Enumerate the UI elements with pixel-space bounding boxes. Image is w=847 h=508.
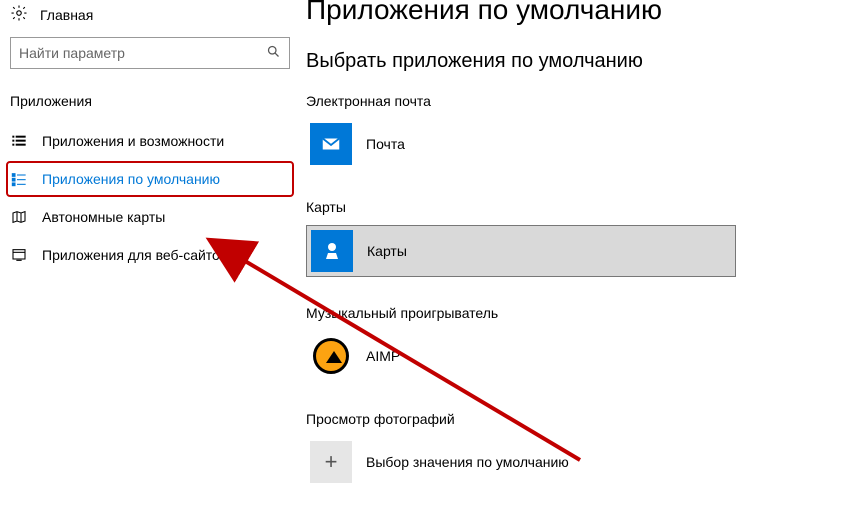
map-icon bbox=[10, 209, 28, 225]
default-app-photos[interactable]: + Выбор значения по умолчанию bbox=[306, 437, 827, 487]
category-maps-title: Карты bbox=[306, 199, 827, 215]
sidebar: Главная Приложения Приложения и возможно… bbox=[0, 0, 300, 508]
search-icon bbox=[266, 44, 281, 62]
plus-icon: + bbox=[310, 441, 352, 483]
page-title: Приложения по умолчанию bbox=[306, 0, 827, 26]
search-input[interactable] bbox=[19, 45, 266, 61]
category-email-title: Электронная почта bbox=[306, 93, 827, 109]
defaults-icon bbox=[10, 171, 28, 187]
category-photos-title: Просмотр фотографий bbox=[306, 411, 827, 427]
aimp-icon bbox=[313, 338, 349, 374]
nav-label: Приложения для веб-сайтов bbox=[42, 247, 227, 263]
gear-icon bbox=[10, 4, 28, 25]
mail-icon bbox=[310, 123, 352, 165]
default-app-music[interactable]: AIMP bbox=[306, 331, 827, 381]
home-link[interactable]: Главная bbox=[6, 0, 294, 33]
nav-label: Приложения и возможности bbox=[42, 133, 224, 149]
list-icon bbox=[10, 133, 28, 149]
website-icon bbox=[10, 247, 28, 263]
sidebar-item-default-apps[interactable]: Приложения по умолчанию bbox=[6, 161, 294, 197]
sub-title: Выбрать приложения по умолчанию bbox=[306, 50, 827, 73]
sidebar-item-offline-maps[interactable]: Автономные карты bbox=[6, 199, 294, 235]
home-label: Главная bbox=[40, 7, 93, 23]
category-music-title: Музыкальный проигрыватель bbox=[306, 305, 827, 321]
main-content: Приложения по умолчанию Выбрать приложен… bbox=[300, 0, 847, 508]
app-label: AIMP bbox=[366, 348, 400, 364]
sidebar-section-title: Приложения bbox=[6, 93, 294, 121]
nav-label: Автономные карты bbox=[42, 209, 165, 225]
sidebar-item-web-apps[interactable]: Приложения для веб-сайтов bbox=[6, 237, 294, 273]
default-app-maps[interactable]: Карты bbox=[306, 225, 736, 277]
search-box[interactable] bbox=[10, 37, 290, 69]
nav-label: Приложения по умолчанию bbox=[42, 171, 220, 187]
app-label: Карты bbox=[367, 243, 407, 259]
default-app-email[interactable]: Почта bbox=[306, 119, 827, 169]
app-label: Почта bbox=[366, 136, 405, 152]
sidebar-item-apps-features[interactable]: Приложения и возможности bbox=[6, 123, 294, 159]
maps-app-icon bbox=[311, 230, 353, 272]
app-label: Выбор значения по умолчанию bbox=[366, 454, 569, 470]
